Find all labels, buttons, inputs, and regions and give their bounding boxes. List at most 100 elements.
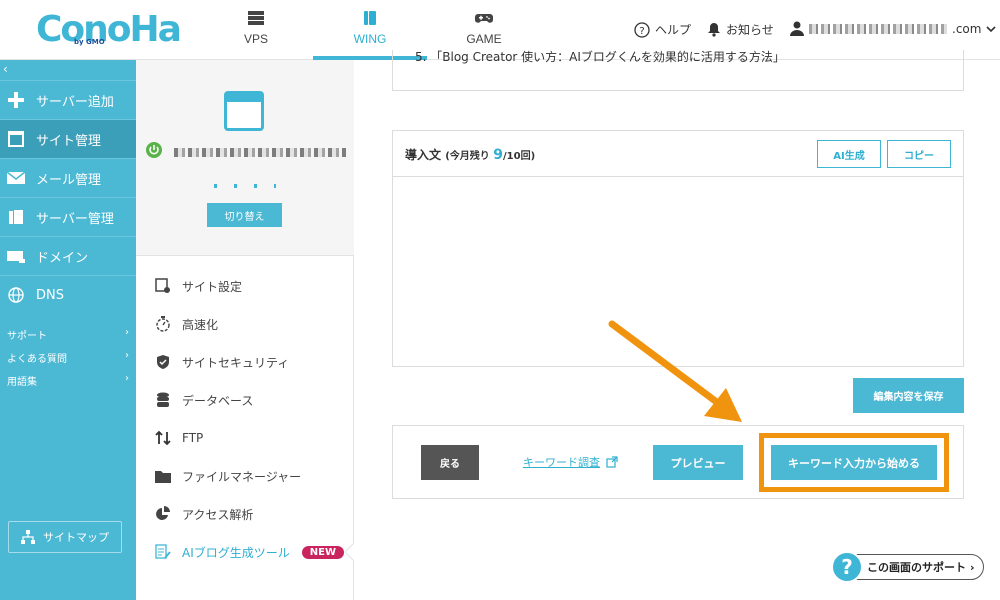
menu-site-security[interactable]: サイトセキュリティ xyxy=(154,350,344,374)
sidebar-link-faq[interactable]: よくある質問 › xyxy=(7,350,129,365)
question-icon: ? xyxy=(831,551,863,583)
menu-label: AIブログ生成ツール xyxy=(182,545,290,560)
sidebar-item-label: サーバー管理 xyxy=(36,211,114,227)
remaining-prefix: (今月残り xyxy=(445,151,494,162)
database-icon xyxy=(154,391,172,409)
collapse-sidebar-icon[interactable]: ‹ xyxy=(3,62,8,76)
menu-database[interactable]: データベース xyxy=(154,388,344,412)
nav-vps[interactable]: VPS xyxy=(199,0,313,60)
intro-title: 導入文 (今月残り 9/10回) xyxy=(405,146,535,163)
previous-item-text: 5. 「Blog Creator 使い方：AIブログくんを効果的に活用する方法」 xyxy=(415,50,785,64)
chevron-down-icon xyxy=(986,25,997,32)
nav-vps-label: VPS xyxy=(243,32,268,46)
conoha-logo[interactable]: ConoHa by GMO xyxy=(36,8,182,52)
start-from-keyword-button[interactable]: キーワード入力から始める xyxy=(771,445,937,480)
menu-label: 高速化 xyxy=(182,317,219,332)
nav-wing-label: WING xyxy=(353,32,387,46)
sitemap-icon xyxy=(21,530,35,544)
server-manage-icon xyxy=(6,208,26,226)
sidebar-link-label: サポート xyxy=(7,331,47,342)
menu-file-manager[interactable]: ファイルマネージャー xyxy=(154,464,344,488)
intro-title-label: 導入文 xyxy=(405,148,442,162)
save-edits-button[interactable]: 編集内容を保存 xyxy=(853,378,964,413)
svg-text:?: ? xyxy=(639,26,644,37)
sidebar-link-label: 用語集 xyxy=(7,377,37,388)
ai-generate-button[interactable]: AI生成 xyxy=(817,140,881,168)
back-button[interactable]: 戻る xyxy=(421,445,479,480)
screen-support-button[interactable]: ? この画面のサポート › xyxy=(831,551,984,583)
chevron-right-icon: › xyxy=(125,350,129,361)
menu-speedup[interactable]: 高速化 xyxy=(154,312,344,336)
sidebar-item-server-manage[interactable]: サーバー管理 xyxy=(0,197,136,236)
sitemap-button[interactable]: サイトマップ xyxy=(8,521,122,553)
menu-label: サイトセキュリティ xyxy=(182,355,290,370)
sidebar-item-label: サイト管理 xyxy=(36,133,102,149)
sidebar-item-label: サーバー追加 xyxy=(36,94,114,110)
globe-icon xyxy=(6,286,26,304)
menu-ai-blog-tool[interactable]: AIブログ生成ツール NEW xyxy=(154,540,344,564)
support-label: この画面のサポート xyxy=(867,561,966,574)
keyword-research-link[interactable]: キーワード調査 xyxy=(523,454,618,470)
domain-icon xyxy=(6,247,26,265)
sidebar-link-support[interactable]: サポート › xyxy=(7,327,129,342)
account-menu[interactable]: .com xyxy=(790,21,997,36)
menu-label: ファイルマネージャー xyxy=(182,469,302,484)
bell-icon xyxy=(708,23,720,37)
sidebar-link-label: よくある質問 xyxy=(7,354,67,365)
switch-site-button[interactable]: 切り替え xyxy=(207,203,282,227)
server-icon xyxy=(248,11,264,25)
copy-button[interactable]: コピー xyxy=(887,140,951,168)
gamepad-icon xyxy=(475,14,493,23)
keyword-research-label: キーワード調査 xyxy=(523,456,600,469)
sidebar-item-label: メール管理 xyxy=(36,172,102,188)
intro-section: 導入文 (今月残り 9/10回) AI生成 コピー xyxy=(392,130,964,367)
site-window-icon xyxy=(224,91,264,131)
account-suffix: .com xyxy=(952,21,982,36)
intro-text-area[interactable] xyxy=(393,177,963,366)
menu-access-analytics[interactable]: アクセス解析 xyxy=(154,502,344,526)
ftp-icon xyxy=(154,429,172,447)
stopwatch-icon xyxy=(154,315,172,333)
sidebar-link-glossary[interactable]: 用語集 › xyxy=(7,373,129,388)
power-icon xyxy=(146,142,162,158)
site-panel: 切り替え サイト設定 高速化 サイトセキュリティ データベース FTP ファイル… xyxy=(136,60,355,600)
shield-icon xyxy=(154,353,172,371)
intro-header: 導入文 (今月残り 9/10回) AI生成 コピー xyxy=(393,131,963,177)
menu-site-settings[interactable]: サイト設定 xyxy=(154,274,344,298)
chevron-right-icon: › xyxy=(125,373,129,384)
sidebar-item-add-server[interactable]: サーバー追加 xyxy=(0,80,136,119)
logo-text: ConoHa xyxy=(36,9,182,50)
plus-icon xyxy=(6,91,26,109)
menu-label: FTP xyxy=(182,431,204,445)
highlight-box: キーワード入力から始める xyxy=(759,433,949,492)
sitemap-label: サイトマップ xyxy=(43,531,109,544)
new-badge: NEW xyxy=(301,545,344,559)
chevron-right-icon: › xyxy=(125,327,129,338)
pie-chart-icon xyxy=(154,505,172,523)
menu-label: アクセス解析 xyxy=(182,507,254,522)
nav-game-label: GAME xyxy=(466,32,502,46)
external-link-icon xyxy=(606,456,618,468)
chevron-right-icon: › xyxy=(970,560,975,574)
window-icon xyxy=(6,130,26,148)
notice-link[interactable]: お知らせ xyxy=(707,21,774,38)
action-bar: 戻る キーワード調査 プレビュー キーワード入力から始める xyxy=(392,425,964,499)
notice-label: お知らせ xyxy=(726,23,774,37)
site-settings-icon xyxy=(154,277,172,295)
menu-ftp[interactable]: FTP xyxy=(154,426,344,450)
sidebar-item-label: DNS xyxy=(36,287,64,303)
sidebar-item-dns[interactable]: DNS xyxy=(0,275,136,314)
site-info: 切り替え xyxy=(136,60,354,256)
previous-section-box: 5. 「Blog Creator 使い方：AIブログくんを効果的に活用する方法」 xyxy=(392,50,964,91)
help-icon: ? xyxy=(634,21,650,38)
sidebar-item-domain[interactable]: ドメイン xyxy=(0,236,136,275)
site-domain-redacted xyxy=(214,184,276,188)
help-link[interactable]: ? ヘルプ xyxy=(634,21,691,38)
folder-icon xyxy=(154,467,172,485)
remaining-count: 9 xyxy=(493,147,504,163)
preview-button[interactable]: プレビュー xyxy=(653,445,743,480)
site-name-redacted xyxy=(174,148,346,157)
sidebar-item-site-manage[interactable]: サイト管理 xyxy=(0,119,136,158)
user-icon xyxy=(790,21,804,36)
sidebar-item-mail[interactable]: メール管理 xyxy=(0,158,136,197)
